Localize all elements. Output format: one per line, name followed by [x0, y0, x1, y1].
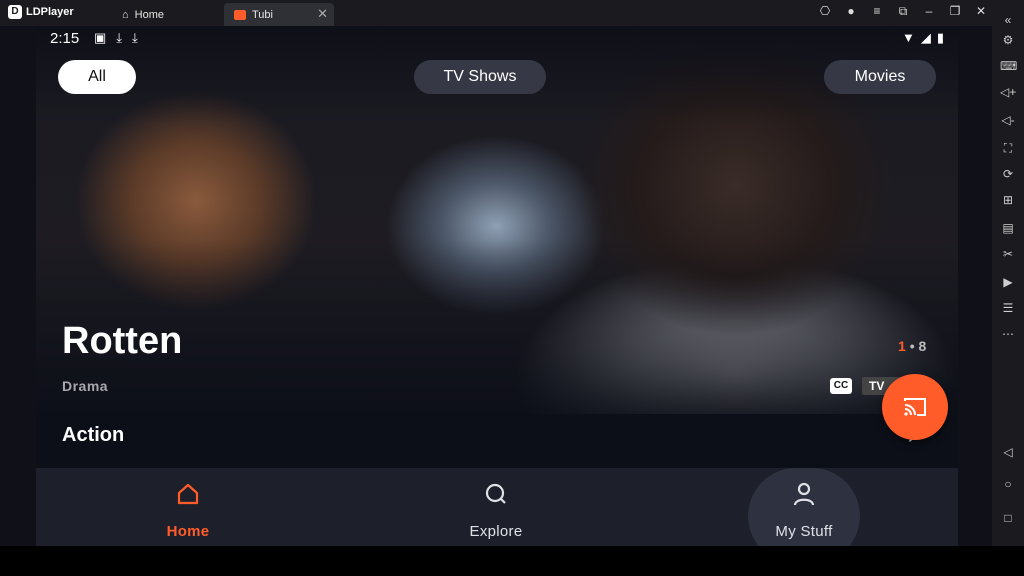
- nav-explore-label: Explore: [469, 523, 523, 540]
- back-icon[interactable]: ◁: [1000, 444, 1016, 460]
- filter-tv-shows[interactable]: TV Shows: [414, 60, 546, 94]
- volume-down-icon[interactable]: ◁-: [1000, 112, 1016, 128]
- hero-title[interactable]: Rotten: [62, 320, 182, 363]
- hero-genre: Drama: [62, 378, 109, 394]
- filter-all[interactable]: All: [58, 60, 136, 94]
- signal-icon: ◢: [920, 30, 931, 45]
- recents-icon[interactable]: □: [1000, 510, 1016, 526]
- user-icon[interactable]: ●: [838, 4, 864, 19]
- window-controls: ⎔ ● ≡ ⧉ – ❐ ✕: [812, 4, 994, 19]
- tab-close-icon[interactable]: ✕: [317, 6, 328, 22]
- tab-tubi-label: Tubi: [252, 8, 273, 21]
- emulator-sidebar: « ⚙ ⌨ ◁+ ◁- ⛶ ⟳ ⊞ ▤ ✂ ▶ ☰ ⋯ ◁ ○ □: [992, 13, 1024, 546]
- cut-icon[interactable]: ✂: [1000, 246, 1016, 262]
- wifi-icon: ▼: [901, 30, 915, 45]
- tab-home[interactable]: ⌂ Home: [112, 3, 222, 26]
- house-icon: ⌂: [122, 8, 129, 21]
- section-title-action[interactable]: Action: [62, 424, 124, 447]
- nav-my-stuff[interactable]: My Stuff: [724, 468, 884, 546]
- bottom-bar: [0, 546, 1024, 576]
- battery-icon: ▮: [936, 30, 944, 45]
- notes-icon[interactable]: ☰: [1000, 300, 1016, 316]
- keyboard-icon[interactable]: ⌨: [1000, 58, 1017, 74]
- nav-home[interactable]: Home: [108, 468, 268, 546]
- pager-current: 1: [898, 338, 906, 354]
- status-bar: 2:15 ▣ ⤓ ⤓ ▼ ◢ ▮: [36, 26, 958, 52]
- status-icons-left: ▣ ⤓ ⤓: [94, 30, 138, 46]
- menu-icon[interactable]: ≡: [864, 4, 890, 19]
- nav-home-label: Home: [166, 523, 210, 540]
- gamepad-icon[interactable]: ⎔: [812, 4, 838, 19]
- hero-pager: 1 • 8: [898, 338, 926, 354]
- minimize-icon[interactable]: –: [916, 4, 942, 19]
- left-frame: [0, 26, 36, 546]
- clock: 2:15: [50, 30, 80, 47]
- tab-tubi[interactable]: Tubi ✕: [224, 3, 334, 26]
- status-icons-right: ▼ ◢ ▮: [902, 30, 944, 46]
- ldplayer-logo: D LDPlayer: [8, 5, 74, 19]
- rpk-icon[interactable]: ▤: [1000, 220, 1016, 236]
- pager-total: 8: [918, 338, 927, 354]
- home-icon[interactable]: ○: [1000, 476, 1016, 492]
- nav-my-stuff-label: My Stuff: [775, 523, 833, 540]
- right-frame: [958, 26, 992, 546]
- volume-up-icon[interactable]: ◁+: [1000, 84, 1016, 100]
- tubi-favicon-icon: [234, 9, 246, 20]
- notification-a-icon: ▣: [94, 30, 107, 45]
- cast-icon: [904, 398, 926, 416]
- more-icon[interactable]: ⋯: [1000, 326, 1016, 342]
- settings-icon[interactable]: ⚙: [1000, 32, 1016, 48]
- install-apk-icon[interactable]: ⊞: [1000, 192, 1016, 208]
- download-icon: ⤓: [132, 30, 138, 45]
- pager-separator: •: [909, 338, 915, 354]
- bottom-navigation: Home Explore My Stuff: [36, 468, 958, 546]
- android-screen: 2:15 ▣ ⤓ ⤓ ▼ ◢ ▮ All TV Shows Movies Rot…: [36, 26, 958, 546]
- person-icon: [793, 482, 815, 506]
- home-icon: [177, 483, 199, 505]
- nav-explore[interactable]: Explore: [416, 468, 576, 546]
- collapse-icon[interactable]: «: [1000, 12, 1016, 28]
- app-name: LDPlayer: [26, 6, 74, 18]
- emulator-titlebar: D LDPlayer ⌂ Home Tubi ✕ ⎔ ● ≡ ⧉ – ❐ ✕: [0, 0, 1024, 26]
- restore-icon[interactable]: ❐: [942, 4, 968, 19]
- screenshot-icon[interactable]: ⛶: [1000, 140, 1016, 156]
- screen-icon[interactable]: ⧉: [890, 4, 916, 19]
- close-icon[interactable]: ✕: [968, 4, 994, 19]
- download-icon: ⤓: [116, 30, 123, 45]
- video-icon[interactable]: ▶: [1000, 274, 1016, 290]
- tab-home-label: Home: [134, 8, 164, 21]
- sync-icon[interactable]: ⟳: [1000, 166, 1016, 182]
- cast-button[interactable]: [882, 374, 948, 440]
- search-icon: [485, 483, 506, 504]
- cc-badge: CC: [830, 378, 852, 394]
- ldplayer-logo-icon: D: [8, 5, 22, 19]
- filter-movies[interactable]: Movies: [824, 60, 936, 94]
